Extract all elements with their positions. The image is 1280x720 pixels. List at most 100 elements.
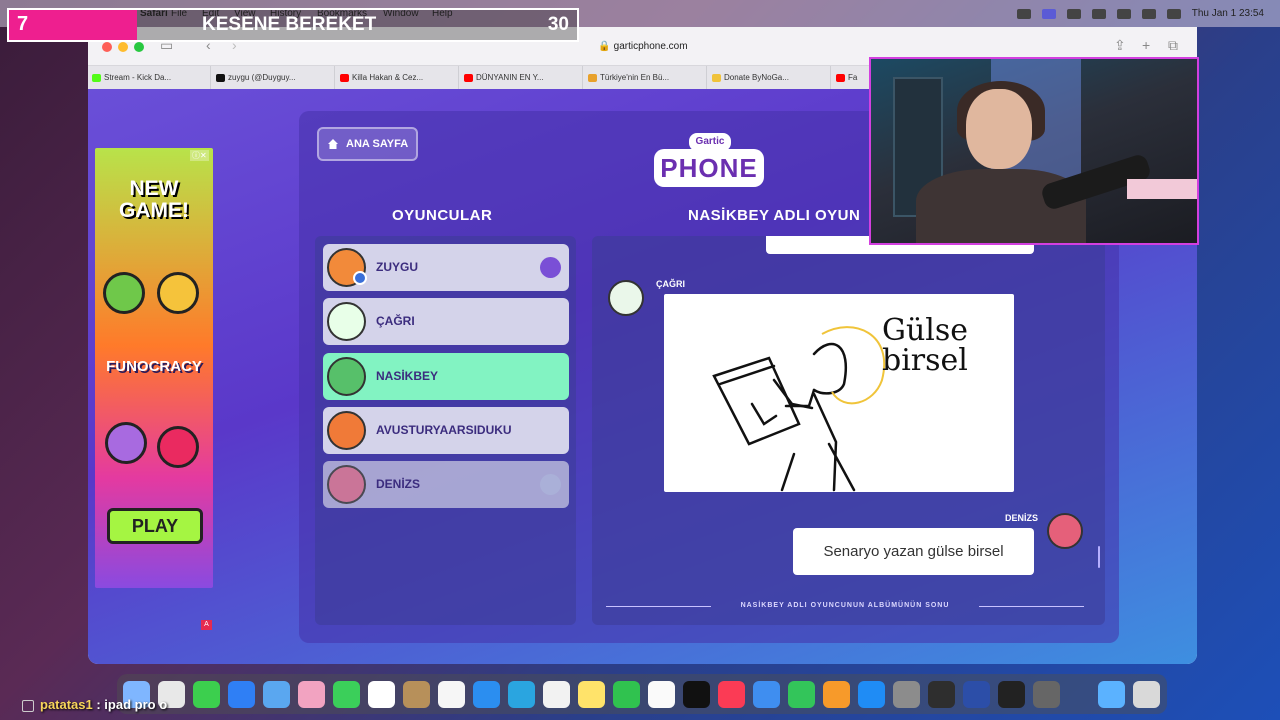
side-ad[interactable]: NEW GAME! FUNOCRACY PLAY: [95, 148, 213, 588]
counter-count: 30: [547, 14, 569, 35]
user-badge-icon: [353, 271, 367, 285]
youtube-icon: [340, 74, 349, 82]
counter-number: 7: [17, 13, 29, 35]
counter-number-box: [9, 10, 137, 40]
control-center-icon[interactable]: [1166, 8, 1181, 19]
facetime-icon[interactable]: [333, 681, 360, 708]
notes-folder-icon[interactable]: [403, 681, 430, 708]
search-icon[interactable]: [1141, 8, 1156, 19]
x-icon: [216, 74, 225, 82]
donate-icon: [712, 74, 721, 82]
grid-icon[interactable]: [1066, 8, 1081, 19]
lock-icon: 🔒: [598, 41, 614, 52]
album-viewer: ÇAĞRI Gülse birsel DENİZS Senaryo yazan …: [592, 236, 1105, 625]
tab-partial[interactable]: Fa: [832, 66, 872, 90]
tab-kick[interactable]: Stream - Kick Da...: [88, 66, 211, 90]
close-window-button[interactable]: [102, 42, 112, 52]
game-icon[interactable]: [928, 681, 955, 708]
new-tab-icon[interactable]: +: [1142, 37, 1150, 53]
tab-youtube-2[interactable]: DÜNYANIN EN Y...: [460, 66, 583, 90]
player-item-denizs[interactable]: DENİZS: [323, 461, 569, 508]
messages-icon[interactable]: [193, 681, 220, 708]
player-name: DENİZS: [376, 477, 421, 491]
album-scrollbar[interactable]: [1098, 546, 1100, 568]
drawing-canvas: Gülse birsel: [664, 294, 1014, 492]
display-icon[interactable]: [1041, 8, 1056, 19]
obs-icon[interactable]: [998, 681, 1025, 708]
numbers-icon[interactable]: [788, 681, 815, 708]
webcam-person: [966, 89, 1032, 169]
player-item-cagri[interactable]: ÇAĞRI: [323, 298, 569, 345]
player-item-zuygu[interactable]: ZUYGU: [323, 244, 569, 291]
app-store-icon[interactable]: [858, 681, 885, 708]
tab-turkiye[interactable]: Türkiye'nin En Bü...: [584, 66, 707, 90]
menu-status-area: Thu Jan 1 23:54: [1016, 0, 1280, 27]
ad-brand: FUNOCRACY: [106, 358, 202, 375]
webcam-overlay: [869, 57, 1199, 245]
freeform-icon[interactable]: [648, 681, 675, 708]
tab-label: Donate ByNoGa...: [724, 73, 789, 82]
system-settings-icon[interactable]: [893, 681, 920, 708]
notes-icon[interactable]: [578, 681, 605, 708]
counter-title: KESENE BEREKET: [202, 14, 377, 35]
tab-label: Fa: [848, 73, 858, 82]
menu-clock[interactable]: Thu Jan 1 23:54: [1192, 8, 1264, 19]
tab-x[interactable]: zuygu (@Duyguy...: [212, 66, 335, 90]
ad-character-face-icon: [157, 272, 199, 314]
share-icon[interactable]: ⇪: [1114, 37, 1126, 54]
chrome-icon[interactable]: [543, 681, 570, 708]
zoom-window-button[interactable]: [134, 42, 144, 52]
dock: [117, 674, 1167, 714]
preview-icon[interactable]: [1033, 681, 1060, 708]
player-name: ZUYGU: [376, 260, 418, 274]
avatar: [327, 411, 366, 450]
tab-overview-icon[interactable]: ⧉: [1168, 37, 1178, 54]
players-heading: OYUNCULAR: [392, 207, 493, 224]
home-button-label: ANA SAYFA: [346, 138, 409, 150]
tab-donate[interactable]: Donate ByNoGa...: [708, 66, 831, 90]
home-button[interactable]: ANA SAYFA: [317, 127, 418, 161]
reminders-icon[interactable]: [438, 681, 465, 708]
tab-label: DÜNYANIN EN Y...: [476, 73, 544, 82]
tab-youtube-1[interactable]: Killa Hakan & Cez...: [336, 66, 459, 90]
screen-record-icon[interactable]: [1016, 8, 1031, 19]
calendar-icon[interactable]: [368, 681, 395, 708]
whatsapp-icon[interactable]: [613, 681, 640, 708]
youtube-icon: [836, 74, 845, 82]
ad-info-icon[interactable]: ⓘ✕: [190, 150, 209, 161]
gartic-phone-logo: Gartic PHONE: [654, 129, 764, 195]
trash-icon[interactable]: [1133, 681, 1160, 708]
avatar: [1047, 513, 1083, 549]
safari-icon[interactable]: [473, 681, 500, 708]
chat-username: patatas1: [40, 697, 93, 712]
ad-badge[interactable]: A: [201, 620, 212, 630]
tab-label: Türkiye'nin En Bü...: [600, 73, 670, 82]
tab-label: Killa Hakan & Cez...: [352, 73, 424, 82]
keynote-icon[interactable]: [753, 681, 780, 708]
chat-message: patatas1 : ipad pro o: [40, 697, 167, 712]
player-name: ÇAĞRI: [376, 314, 415, 328]
webcam-object: [1127, 179, 1197, 199]
chat-text: : ipad pro o: [92, 697, 168, 712]
telegram-icon[interactable]: [508, 681, 535, 708]
player-item-avusturyaarsiduku[interactable]: AVUSTURYAARSIDUKU: [323, 407, 569, 454]
pages-icon[interactable]: [823, 681, 850, 708]
player-item-nasikbey[interactable]: NASİKBEY: [323, 353, 569, 400]
maps-icon[interactable]: [263, 681, 290, 708]
minimize-window-button[interactable]: [118, 42, 128, 52]
avatar: [327, 465, 366, 504]
mail-icon[interactable]: [228, 681, 255, 708]
photos-icon[interactable]: [298, 681, 325, 708]
site-icon: [588, 74, 597, 82]
avatar: [327, 302, 366, 341]
player-name: AVUSTURYAARSIDUKU: [376, 423, 512, 437]
apple-tv-icon[interactable]: [683, 681, 710, 708]
ad-play-button[interactable]: PLAY: [107, 508, 203, 544]
battery-icon[interactable]: [1091, 8, 1106, 19]
wd-icon[interactable]: [963, 681, 990, 708]
music-icon[interactable]: [718, 681, 745, 708]
home-icon: [328, 139, 338, 149]
wifi-icon[interactable]: [1116, 8, 1131, 19]
album-end-label: NASİKBEY ADLI OYUNCUNUN ALBÜMÜNÜN SONU: [606, 602, 1084, 609]
downloads-folder-icon[interactable]: [1098, 681, 1125, 708]
